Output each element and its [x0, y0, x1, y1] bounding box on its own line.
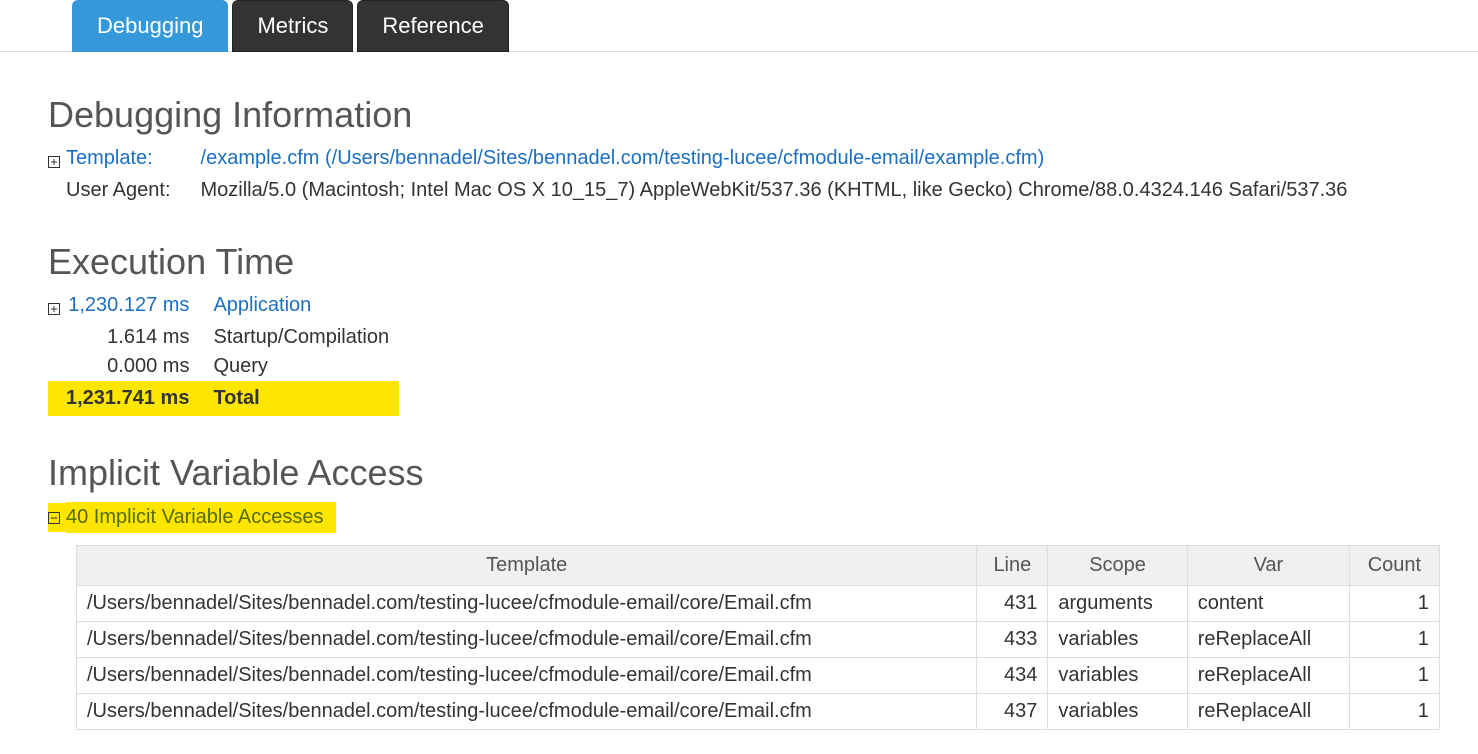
cell-var: reReplaceAll	[1187, 622, 1349, 658]
user-agent-label: User Agent:	[66, 176, 201, 205]
heading-exec-time: Execution Time	[48, 241, 1454, 283]
exec-time-value[interactable]: 1,230.127 ms	[68, 294, 189, 316]
exec-time-startup: Startup/Compilation	[213, 323, 399, 352]
col-scope: Scope	[1048, 546, 1187, 586]
cell-template: /Users/bennadel/Sites/bennadel.com/testi…	[77, 694, 977, 730]
cell-count: 1	[1350, 694, 1440, 730]
cell-count: 1	[1350, 622, 1440, 658]
expand-icon[interactable]	[48, 156, 60, 168]
cell-line: 437	[977, 694, 1048, 730]
table-row: /Users/bennadel/Sites/bennadel.com/testi…	[77, 622, 1440, 658]
cell-scope: variables	[1048, 694, 1187, 730]
col-count: Count	[1350, 546, 1440, 586]
implicit-table: Template Line Scope Var Count /Users/ben…	[76, 545, 1440, 730]
col-template: Template	[77, 546, 977, 586]
cell-var: reReplaceAll	[1187, 694, 1349, 730]
table-row: /Users/bennadel/Sites/bennadel.com/testi…	[77, 658, 1440, 694]
cell-scope: variables	[1048, 622, 1187, 658]
tab-debugging[interactable]: Debugging	[72, 0, 228, 52]
col-var: Var	[1187, 546, 1349, 586]
table-row: /Users/bennadel/Sites/bennadel.com/testi…	[77, 694, 1440, 730]
exec-time-query: Query	[213, 352, 399, 381]
template-link[interactable]: /example.cfm (/Users/bennadel/Sites/benn…	[201, 147, 1045, 169]
col-line: Line	[977, 546, 1048, 586]
exec-time-value: 1.614 ms	[66, 323, 213, 352]
cell-line: 431	[977, 586, 1048, 622]
debug-info-table: Template: /example.cfm (/Users/bennadel/…	[48, 144, 1357, 205]
cell-count: 1	[1350, 586, 1440, 622]
heading-implicit: Implicit Variable Access	[48, 452, 1454, 494]
exec-time-value: 0.000 ms	[66, 352, 213, 381]
exec-time-total-value: 1,231.741 ms	[66, 381, 213, 416]
exec-time-table: 1,230.127 ms Application 1.614 ms Startu…	[48, 291, 399, 416]
heading-debug-info: Debugging Information	[48, 94, 1454, 136]
exec-time-total-label: Total	[213, 381, 399, 416]
table-row: /Users/bennadel/Sites/bennadel.com/testi…	[77, 586, 1440, 622]
cell-template: /Users/bennadel/Sites/bennadel.com/testi…	[77, 586, 977, 622]
user-agent-value: Mozilla/5.0 (Macintosh; Intel Mac OS X 1…	[201, 176, 1358, 205]
cell-scope: arguments	[1048, 586, 1187, 622]
tab-reference[interactable]: Reference	[357, 0, 509, 52]
cell-template: /Users/bennadel/Sites/bennadel.com/testi…	[77, 658, 977, 694]
template-label[interactable]: Template:	[66, 147, 153, 169]
exec-time-application[interactable]: Application	[213, 294, 311, 316]
cell-var: reReplaceAll	[1187, 658, 1349, 694]
tab-metrics[interactable]: Metrics	[232, 0, 353, 52]
expand-icon[interactable]	[48, 303, 60, 315]
cell-count: 1	[1350, 658, 1440, 694]
cell-var: content	[1187, 586, 1349, 622]
cell-line: 434	[977, 658, 1048, 694]
cell-line: 433	[977, 622, 1048, 658]
collapse-icon[interactable]	[48, 512, 60, 524]
cell-template: /Users/bennadel/Sites/bennadel.com/testi…	[77, 622, 977, 658]
implicit-accesses-link[interactable]: 40 Implicit Variable Accesses	[66, 506, 324, 528]
cell-scope: variables	[1048, 658, 1187, 694]
tab-bar: Debugging Metrics Reference	[72, 0, 1454, 52]
